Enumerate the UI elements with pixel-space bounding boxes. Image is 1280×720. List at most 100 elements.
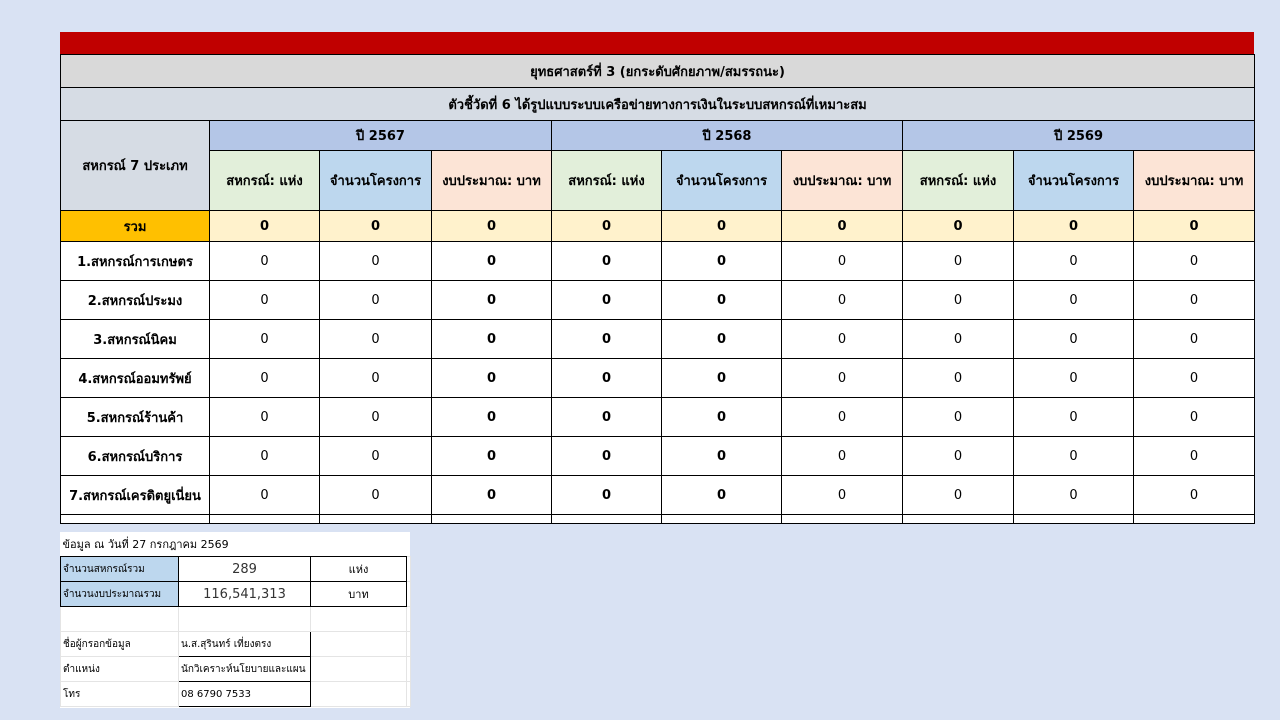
table-row: 4.สหกรณ์ออมทรัพย์ 0 0 0 0 0 0 0 0 0 — [60, 358, 1256, 398]
cell-value: 0 — [551, 436, 662, 476]
cell-value: 0 — [1132, 397, 1256, 437]
cell-value: 0 — [661, 358, 782, 398]
year-header-2569: ปี 2569 — [901, 120, 1256, 151]
total-coops-label: จำนวนสหกรณ์รวม — [60, 556, 179, 582]
sub-header-project-count: จำนวนโครงการ — [319, 150, 432, 211]
cell-value: 0 — [319, 436, 432, 476]
cell-value: 0 — [1132, 358, 1256, 398]
sub-header-project-count: จำนวนโครงการ — [1013, 150, 1134, 211]
total-value: 0 — [319, 210, 432, 242]
cell-value: 0 — [209, 319, 320, 359]
cell-value: 0 — [319, 241, 432, 281]
cell-value: 0 — [902, 475, 1014, 515]
total-coops-unit: แห่ง — [310, 556, 407, 582]
cell-value: 0 — [1132, 319, 1256, 359]
title-cell: ยุทธศาสตร์ที่ 3 (ยกระดับศักยภาพ/สมรรถนะ) — [59, 54, 1256, 88]
cell-value: 0 — [661, 475, 782, 515]
cell-value: 0 — [1013, 358, 1134, 398]
cell-value: 0 — [209, 358, 320, 398]
summary-table: ยุทธศาสตร์ที่ 3 (ยกระดับศักยภาพ/สมรรถนะ)… — [59, 54, 1256, 524]
cell-value: 0 — [902, 358, 1014, 398]
cell-value: 0 — [209, 397, 320, 437]
phone-value: 08 6790 7533 — [178, 681, 311, 707]
total-row: รวม 0 0 0 0 0 0 0 0 0 — [60, 210, 1256, 242]
table-row: 2.สหกรณ์ประมง 0 0 0 0 0 0 0 0 0 — [60, 280, 1256, 320]
table-row: 7.สหกรณ์เครดิตยูเนี่ยน 0 0 0 0 0 0 0 0 0 — [60, 475, 1256, 515]
total-value: 0 — [781, 210, 903, 242]
total-coops-value: 289 — [178, 556, 311, 582]
cell-value: 0 — [551, 358, 662, 398]
cell-value: 0 — [902, 319, 1014, 359]
sub-header-coop-count: สหกรณ์: แห่ง — [551, 150, 662, 211]
recorder-value: น.ส.สุรินทร์ เที่ยงตรง — [178, 631, 311, 657]
coop-type-name: 2.สหกรณ์ประมง — [60, 280, 210, 320]
top-red-bar — [60, 32, 1254, 54]
cell-value: 0 — [209, 475, 320, 515]
cell-value: 0 — [1013, 319, 1134, 359]
cell-value: 0 — [209, 436, 320, 476]
total-budget-label: จำนวนงบประมาณรวม — [60, 581, 179, 607]
cell-value: 0 — [1132, 475, 1256, 515]
cell-value: 0 — [551, 397, 662, 437]
sub-header-coop-count: สหกรณ์: แห่ง — [209, 150, 320, 211]
cell-value: 0 — [661, 436, 782, 476]
table-row: 1.สหกรณ์การเกษตร 0 0 0 0 0 0 0 0 0 — [60, 241, 1256, 281]
sub-header-budget: งบประมาณ: บาท — [431, 150, 552, 211]
year-header-2567: ปี 2567 — [209, 120, 552, 151]
cell-value: 0 — [661, 319, 782, 359]
phone-label: โทร — [60, 681, 179, 707]
cell-value: 0 — [319, 358, 432, 398]
cell-value: 0 — [431, 436, 552, 476]
cell-value: 0 — [1013, 397, 1134, 437]
table-row: 3.สหกรณ์นิคม 0 0 0 0 0 0 0 0 0 — [60, 319, 1256, 359]
coop-type-name: 1.สหกรณ์การเกษตร — [60, 241, 210, 281]
info-table: ข้อมูล ณ วันที่ 27 กรกฎาคม 2569 จำนวนสหก… — [60, 532, 412, 707]
cell-value: 0 — [781, 436, 903, 476]
cell-value: 0 — [1013, 280, 1134, 320]
cell-value: 0 — [551, 319, 662, 359]
total-value: 0 — [1132, 210, 1256, 242]
cell-value: 0 — [319, 475, 432, 515]
total-value: 0 — [902, 210, 1014, 242]
cell-value: 0 — [551, 241, 662, 281]
sub-header-coop-count: สหกรณ์: แห่ง — [902, 150, 1014, 211]
cell-value: 0 — [551, 280, 662, 320]
coop-type-header: สหกรณ์ 7 ประเภท — [60, 120, 210, 211]
table-row: 5.สหกรณ์ร้านค้า 0 0 0 0 0 0 0 0 0 — [60, 397, 1256, 437]
data-date: ข้อมูล ณ วันที่ 27 กรกฎาคม 2569 — [62, 538, 229, 551]
indicator-cell: ตัวชี้วัดที่ 6 ได้รูปแบบระบบเครือข่ายทาง… — [59, 87, 1256, 121]
cell-value: 0 — [781, 280, 903, 320]
cell-value: 0 — [209, 280, 320, 320]
sub-header-budget: งบประมาณ: บาท — [781, 150, 903, 211]
report-sheet: ยุทธศาสตร์ที่ 3 (ยกระดับศักยภาพ/สมรรถนะ)… — [59, 32, 1256, 524]
total-value: 0 — [431, 210, 552, 242]
cell-value: 0 — [431, 397, 552, 437]
cell-value: 0 — [1132, 241, 1256, 281]
cell-value: 0 — [661, 397, 782, 437]
cell-value: 0 — [661, 280, 782, 320]
coop-type-name: 5.สหกรณ์ร้านค้า — [60, 397, 210, 437]
info-panel: ข้อมูล ณ วันที่ 27 กรกฎาคม 2569 จำนวนสหก… — [60, 532, 412, 708]
cell-value: 0 — [431, 319, 552, 359]
cell-value: 0 — [319, 319, 432, 359]
position-label: ตำแหน่ง — [60, 656, 179, 682]
total-label: รวม — [60, 210, 210, 242]
cell-value: 0 — [431, 358, 552, 398]
total-value: 0 — [1013, 210, 1134, 242]
cell-value: 0 — [551, 475, 662, 515]
cell-value: 0 — [781, 475, 903, 515]
cell-value: 0 — [1132, 280, 1256, 320]
cell-value: 0 — [902, 241, 1014, 281]
position-value: นักวิเคราะห์นโยบายและแผน — [178, 656, 311, 682]
cell-value: 0 — [1132, 436, 1256, 476]
cell-value: 0 — [1013, 436, 1134, 476]
cell-value: 0 — [661, 241, 782, 281]
cell-value: 0 — [781, 397, 903, 437]
coop-type-name: 3.สหกรณ์นิคม — [60, 319, 210, 359]
sub-header-project-count: จำนวนโครงการ — [661, 150, 782, 211]
total-value: 0 — [209, 210, 320, 242]
cell-value: 0 — [902, 280, 1014, 320]
cell-value: 0 — [431, 280, 552, 320]
cell-value: 0 — [902, 397, 1014, 437]
cell-value: 0 — [781, 319, 903, 359]
